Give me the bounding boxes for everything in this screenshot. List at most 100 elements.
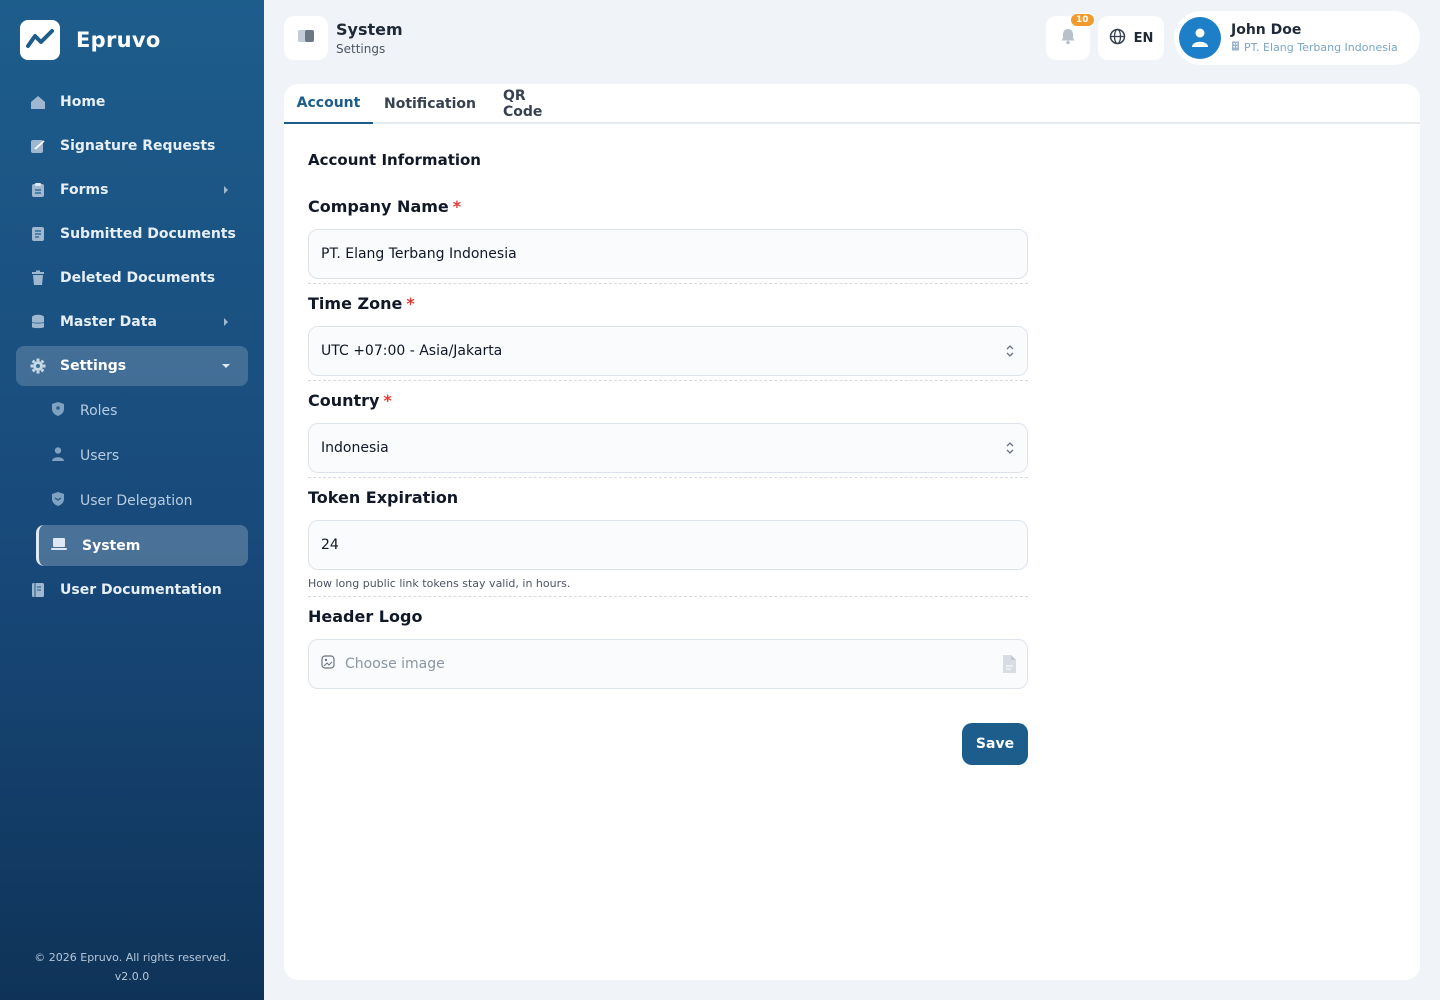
divider bbox=[308, 477, 1028, 478]
sidebar-item-label: User Delegation bbox=[80, 492, 193, 509]
required-mark: * bbox=[383, 391, 392, 410]
delegation-shield-icon bbox=[50, 491, 66, 511]
file-icon bbox=[999, 654, 1019, 678]
sidebar-item-submitted-documents[interactable]: Submitted Documents bbox=[16, 214, 248, 254]
time-zone-value: UTC +07:00 - Asia/Jakarta bbox=[321, 343, 503, 359]
sidebar-item-signature-requests[interactable]: Signature Requests bbox=[16, 126, 248, 166]
language-switcher[interactable]: EN bbox=[1098, 16, 1164, 60]
header-logo-label: Header Logo bbox=[308, 607, 423, 626]
header-logo-file-input[interactable]: Choose image bbox=[308, 639, 1028, 689]
sidebar-item-settings[interactable]: Settings bbox=[16, 346, 248, 386]
user-menu[interactable]: John Doe PT. Elang Terbang Indonesia bbox=[1174, 11, 1420, 65]
sidebar-subitem-system[interactable]: System bbox=[36, 525, 248, 566]
sidebar-item-home[interactable]: Home bbox=[16, 82, 248, 122]
bell-icon bbox=[1059, 27, 1077, 49]
select-arrows-icon bbox=[1005, 441, 1015, 455]
select-arrows-icon bbox=[1005, 344, 1015, 358]
sidebar-item-forms[interactable]: Forms bbox=[16, 170, 248, 210]
sidebar: Epruvo Home Signature Requests Forms Sub… bbox=[0, 0, 264, 1000]
time-zone-field: Time Zone * UTC +07:00 - Asia/Jakarta bbox=[308, 294, 1028, 376]
save-button[interactable]: Save bbox=[962, 723, 1028, 765]
header-logo-placeholder: Choose image bbox=[345, 656, 445, 672]
tab-notification[interactable]: Notification bbox=[384, 84, 476, 124]
time-zone-select[interactable]: UTC +07:00 - Asia/Jakarta bbox=[308, 326, 1028, 376]
version-text: v2.0.0 bbox=[114, 970, 150, 983]
tab-account[interactable]: Account bbox=[284, 84, 373, 124]
sidebar-item-label: Home bbox=[60, 94, 106, 110]
sidebar-item-label: Settings bbox=[60, 358, 127, 374]
company-name-field: Company Name * PT. Elang Terbang Indonesi… bbox=[308, 197, 1028, 279]
user-company-label: PT. Elang Terbang Indonesia bbox=[1244, 41, 1398, 54]
page-title: System bbox=[336, 20, 403, 39]
country-field: Country * Indonesia bbox=[308, 391, 1028, 473]
database-icon bbox=[30, 314, 46, 330]
book-icon bbox=[30, 582, 46, 598]
sidebar-item-label: Forms bbox=[60, 182, 109, 198]
image-icon bbox=[321, 655, 335, 673]
sidebar-item-label: Deleted Documents bbox=[60, 270, 216, 286]
token-expiration-field: Token Expiration 24 How long public link… bbox=[308, 488, 1028, 590]
divider bbox=[308, 283, 1028, 284]
chevron-down-icon bbox=[220, 360, 232, 372]
company-name-value: PT. Elang Terbang Indonesia bbox=[321, 246, 517, 262]
sidebar-item-deleted-documents[interactable]: Deleted Documents bbox=[16, 258, 248, 298]
brand-logo-icon bbox=[20, 20, 60, 60]
gear-icon bbox=[30, 358, 46, 374]
chevron-right-icon bbox=[220, 184, 232, 196]
token-expiration-label: Token Expiration bbox=[308, 488, 459, 507]
building-icon bbox=[1231, 41, 1240, 54]
field-label: Country * bbox=[308, 391, 1028, 413]
sidebar-subitem-roles[interactable]: Roles bbox=[36, 390, 248, 431]
sidebar-item-label: Master Data bbox=[60, 314, 157, 330]
copyright-text: © 2026 Epruvo. All rights reserved. bbox=[34, 951, 230, 964]
sidebar-item-label: Users bbox=[80, 447, 120, 464]
token-expiration-input[interactable]: 24 bbox=[308, 520, 1028, 570]
company-name-label: Company Name bbox=[308, 197, 449, 216]
divider bbox=[308, 596, 1028, 597]
shield-icon bbox=[50, 401, 66, 421]
country-value: Indonesia bbox=[321, 440, 389, 456]
field-label: Company Name * bbox=[308, 197, 1028, 219]
laptop-icon bbox=[50, 536, 68, 556]
signature-icon bbox=[30, 138, 46, 154]
avatar bbox=[1179, 17, 1221, 59]
page-breadcrumb: Settings bbox=[336, 42, 386, 56]
required-mark: * bbox=[406, 294, 415, 313]
user-name: John Doe bbox=[1231, 22, 1302, 38]
trash-icon bbox=[30, 270, 46, 286]
country-label: Country bbox=[308, 391, 380, 410]
header-logo-field: Header Logo Choose image bbox=[308, 607, 1028, 689]
sidebar-subitem-users[interactable]: Users bbox=[36, 435, 248, 476]
country-select[interactable]: Indonesia bbox=[308, 423, 1028, 473]
sidebar-item-label: Roles bbox=[80, 402, 118, 419]
field-label: Time Zone * bbox=[308, 294, 1028, 316]
clipboard-icon bbox=[30, 182, 46, 198]
sidebar-nav: Home Signature Requests Forms Submitted … bbox=[16, 82, 248, 614]
globe-icon bbox=[1109, 28, 1126, 49]
notification-badge: 10 bbox=[1070, 13, 1095, 27]
sidebar-item-label: System bbox=[82, 537, 141, 554]
divider bbox=[308, 380, 1028, 381]
brand[interactable]: Epruvo bbox=[20, 20, 161, 60]
company-name-input[interactable]: PT. Elang Terbang Indonesia bbox=[308, 229, 1028, 279]
home-icon bbox=[30, 94, 46, 110]
sidebar-toggle-button[interactable] bbox=[284, 16, 328, 60]
section-title: Account Information bbox=[308, 151, 481, 169]
sidebar-item-user-documentation[interactable]: User Documentation bbox=[16, 570, 248, 610]
token-expiration-value: 24 bbox=[321, 537, 339, 553]
chevron-right-icon bbox=[220, 316, 232, 328]
time-zone-label: Time Zone bbox=[308, 294, 403, 313]
tab-bar: Account Notification QR Code bbox=[284, 84, 1420, 124]
brand-name: Epruvo bbox=[76, 28, 161, 52]
sidebar-item-master-data[interactable]: Master Data bbox=[16, 302, 248, 342]
sidebar-item-label: User Documentation bbox=[60, 582, 222, 598]
user-icon bbox=[50, 446, 66, 466]
document-icon bbox=[30, 226, 46, 242]
language-label: EN bbox=[1133, 30, 1154, 46]
settings-card: Account Notification QR Code Account Inf… bbox=[284, 84, 1420, 980]
sidebar-subitem-user-delegation[interactable]: User Delegation bbox=[36, 480, 248, 521]
sidebar-toggle-icon bbox=[297, 28, 315, 48]
tab-qr-code[interactable]: QR Code bbox=[503, 84, 567, 124]
sidebar-item-label: Signature Requests bbox=[60, 138, 216, 154]
sidebar-footer: © 2026 Epruvo. All rights reserved. v2.0… bbox=[0, 948, 264, 986]
